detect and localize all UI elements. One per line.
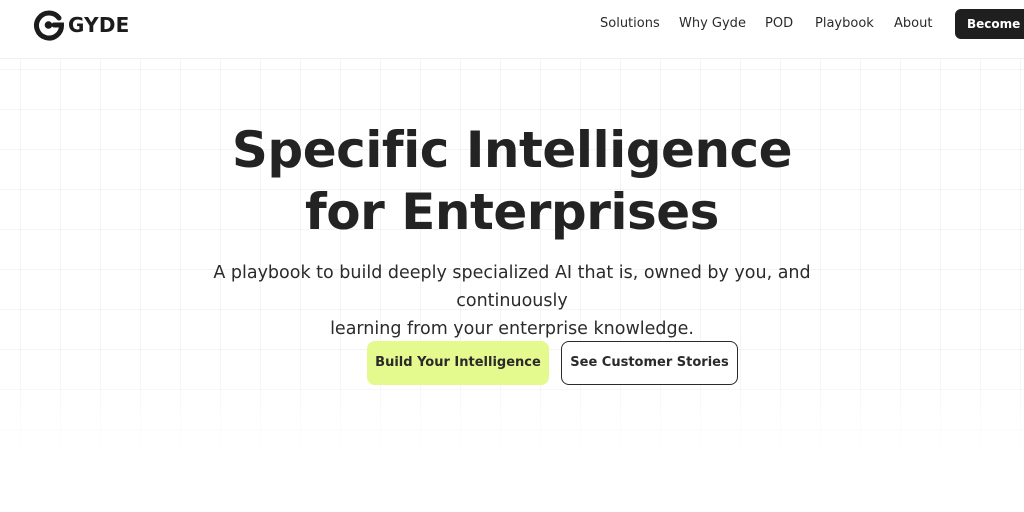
hero-subtitle: A playbook to build deeply specialized A… — [160, 259, 864, 343]
see-customer-stories-button[interactable]: See Customer Stories — [561, 341, 738, 385]
nav-item-pod[interactable]: POD — [765, 16, 793, 31]
hero-headline-line-1: Specific Intelligence — [231, 121, 793, 179]
nav-item-about[interactable]: About — [894, 16, 932, 31]
main-nav: Solutions Why Gyde POD Playbook About Be… — [0, 0, 1024, 48]
hero-section: Specific Intelligence for Enterprises A … — [0, 59, 1024, 512]
hero-subtitle-line-1: A playbook to build deeply specialized A… — [213, 263, 811, 311]
nav-item-why-gyde[interactable]: Why Gyde — [679, 16, 746, 31]
hero-headline: Specific Intelligence for Enterprises — [0, 119, 1024, 243]
page: GYDE Solutions Why Gyde POD Playbook Abo… — [0, 0, 1024, 512]
become-ai-button[interactable]: Become AI — [955, 9, 1024, 39]
hero-subtitle-line-2: learning from your enterprise knowledge. — [330, 319, 694, 339]
build-your-intelligence-button[interactable]: Build Your Intelligence — [367, 341, 549, 385]
nav-item-solutions[interactable]: Solutions — [600, 16, 660, 31]
site-header: GYDE Solutions Why Gyde POD Playbook Abo… — [0, 0, 1024, 59]
hero-headline-line-2: for Enterprises — [305, 183, 719, 241]
nav-item-playbook[interactable]: Playbook — [815, 16, 874, 31]
